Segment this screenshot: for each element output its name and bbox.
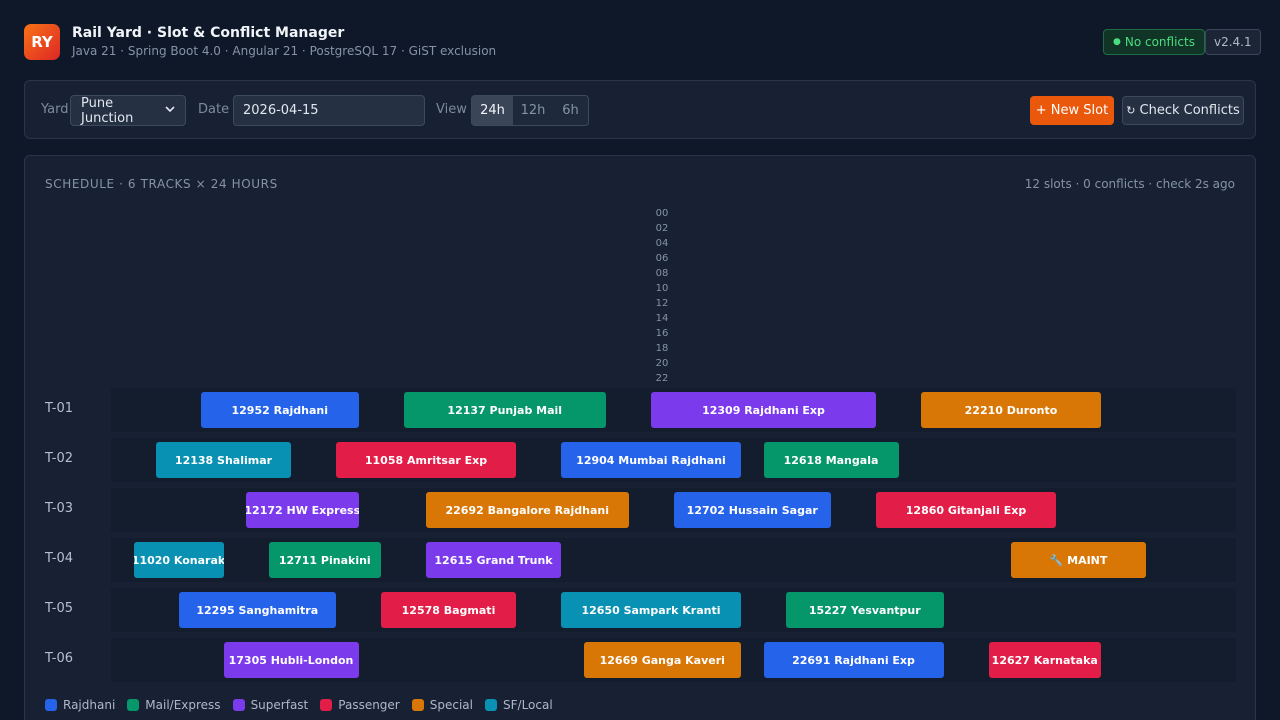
hour-label: 00 [655, 208, 669, 219]
chevron-down-icon [165, 104, 175, 117]
check-conflicts-button[interactable]: ↻ Check Conflicts [1122, 96, 1244, 125]
legend-item-mail: Mail/Express [127, 698, 221, 712]
app-subtitle: Java 21 · Spring Boot 4.0 · Angular 21 ·… [72, 44, 497, 58]
legend-label: Rajdhani [63, 698, 116, 712]
track-row: T-03 12172 HW Express 22692 Bangalore Rajd… [25, 488, 1257, 532]
hour-label: 06 [655, 253, 669, 264]
train-slot[interactable]: 17305 Hubli-London [223, 642, 359, 678]
legend-label: Mail/Express [145, 698, 221, 712]
hour-label: 12 [655, 298, 669, 309]
train-slot[interactable]: 12295 Sanghamitra [178, 592, 336, 628]
track-row: T-06 17305 Hubli-London 12669 Ganga Kaveri… [25, 638, 1257, 682]
hour-label: 02 [655, 223, 669, 234]
date-label: Date [198, 102, 230, 117]
track-row: T-02 12138 Shalimar 11058 Amritsar Exp 1290… [25, 438, 1257, 482]
train-slot[interactable]: 12650 Sampark Kranti [561, 592, 741, 628]
track-label: T-03 [45, 501, 73, 516]
schedule-panel: SCHEDULE · 6 TRACKS × 24 HOURS 12 slots … [24, 155, 1256, 720]
legend-label: Special [429, 698, 473, 712]
new-slot-button[interactable]: + New Slot [1030, 96, 1114, 125]
train-slot[interactable]: 12702 Hussain Sagar [673, 492, 831, 528]
legend: Rajdhani Mail/Express Superfast Passenger Sp… [45, 698, 553, 712]
track-row: T-01 12952 Rajdhani 12137 Punjab Mail 12309… [25, 388, 1257, 432]
status-dot-icon: ● [1113, 37, 1121, 47]
train-slot[interactable]: 11058 Amritsar Exp [336, 442, 516, 478]
train-slot[interactable]: 🔧 MAINT [1011, 542, 1146, 578]
schedule-stats: 12 slots · 0 conflicts · check 2s ago [1024, 177, 1235, 191]
train-slot[interactable]: 22691 Rajdhani Exp [763, 642, 944, 678]
legend-label: SF/Local [503, 698, 553, 712]
app-logo: RY [24, 24, 60, 60]
hour-label: 08 [655, 268, 669, 279]
train-slot[interactable]: 12618 Mangala [763, 442, 899, 478]
track-label: T-01 [45, 401, 73, 416]
hour-label: 10 [655, 283, 669, 294]
hour-label: 16 [655, 328, 669, 339]
refresh-icon: ↻ [1126, 104, 1136, 117]
train-slot[interactable]: 22692 Bangalore Rajdhani [426, 492, 629, 528]
legend-swatch [411, 699, 424, 711]
legend-item-passenger: Passenger [320, 698, 400, 712]
toolbar: Yard Pune Junction Date 2026-04-15 View … [24, 80, 1256, 139]
track-row: T-04 11020 Konarak 12711 Pinakini 12615 Gra… [25, 538, 1257, 582]
train-slot[interactable]: 22210 Duronto [921, 392, 1101, 428]
hour-label: 04 [655, 238, 669, 249]
train-slot[interactable]: 15227 Yesvantpur [786, 592, 944, 628]
legend-swatch [45, 699, 57, 711]
train-slot[interactable]: 12578 Bagmati [381, 592, 516, 628]
status-text: No conflicts [1124, 35, 1195, 49]
train-slot[interactable]: 12627 Karnataka [988, 642, 1101, 678]
date-input-value: 2026-04-15 [243, 103, 319, 118]
track-row: T-05 12295 Sanghamitra 12578 Bagmati 12650 … [25, 588, 1257, 632]
train-slot[interactable]: 12711 Pinakini [268, 542, 381, 578]
train-slot[interactable]: 12860 Gitanjali Exp [876, 492, 1056, 528]
view-toggle-group: 24h 12h 6h [471, 95, 589, 126]
train-slot[interactable]: 12137 Punjab Mail [403, 392, 606, 428]
yard-select[interactable]: Pune Junction [70, 95, 186, 126]
legend-swatch [127, 699, 140, 711]
legend-swatch [232, 699, 245, 711]
track-label: T-06 [45, 651, 73, 666]
date-input[interactable]: 2026-04-15 [233, 95, 425, 126]
conflict-status-badge: ● No conflicts [1103, 29, 1205, 55]
train-slot[interactable]: 12172 HW Express [246, 492, 359, 528]
view-24h-button[interactable]: 24h [472, 96, 513, 125]
legend-item-rajdhani: Rajdhani [45, 698, 115, 712]
train-slot[interactable]: 12615 Grand Trunk [426, 542, 561, 578]
train-slot[interactable]: 12669 Ganga Kaveri [583, 642, 741, 678]
app-title: Rail Yard · Slot & Conflict Manager [72, 25, 345, 41]
view-12h-button[interactable]: 12h [513, 96, 553, 125]
legend-label: Passenger [338, 698, 400, 712]
track-label: T-02 [45, 451, 73, 466]
view-label: View [436, 102, 467, 117]
schedule-title: SCHEDULE · 6 TRACKS × 24 HOURS [45, 177, 278, 191]
legend-label: Superfast [250, 698, 309, 712]
train-slot[interactable]: 12952 Rajdhani [201, 392, 359, 428]
legend-item-special: Special [411, 698, 473, 712]
hour-label: 22 [655, 373, 669, 384]
legend-swatch [320, 699, 333, 711]
legend-item-sflocal: SF/Local [485, 698, 553, 712]
legend-item-superfast: Superfast [232, 698, 309, 712]
yard-select-value: Pune Junction [81, 95, 134, 126]
train-slot[interactable]: 12904 Mumbai Rajdhani [561, 442, 741, 478]
yard-label: Yard [41, 102, 69, 117]
track-label: T-05 [45, 601, 73, 616]
hour-label: 14 [655, 313, 669, 324]
legend-swatch [485, 699, 497, 711]
check-conflicts-label: Check Conflicts [1139, 103, 1240, 118]
train-slot[interactable]: 11020 Konarak [133, 542, 224, 578]
hour-label: 18 [655, 343, 669, 354]
version-badge: v2.4.1 [1205, 29, 1261, 55]
track-label: T-04 [45, 551, 73, 566]
view-6h-button[interactable]: 6h [553, 96, 588, 125]
train-slot[interactable]: 12138 Shalimar [156, 442, 291, 478]
train-slot[interactable]: 12309 Rajdhani Exp [651, 392, 876, 428]
hour-label: 20 [655, 358, 669, 369]
